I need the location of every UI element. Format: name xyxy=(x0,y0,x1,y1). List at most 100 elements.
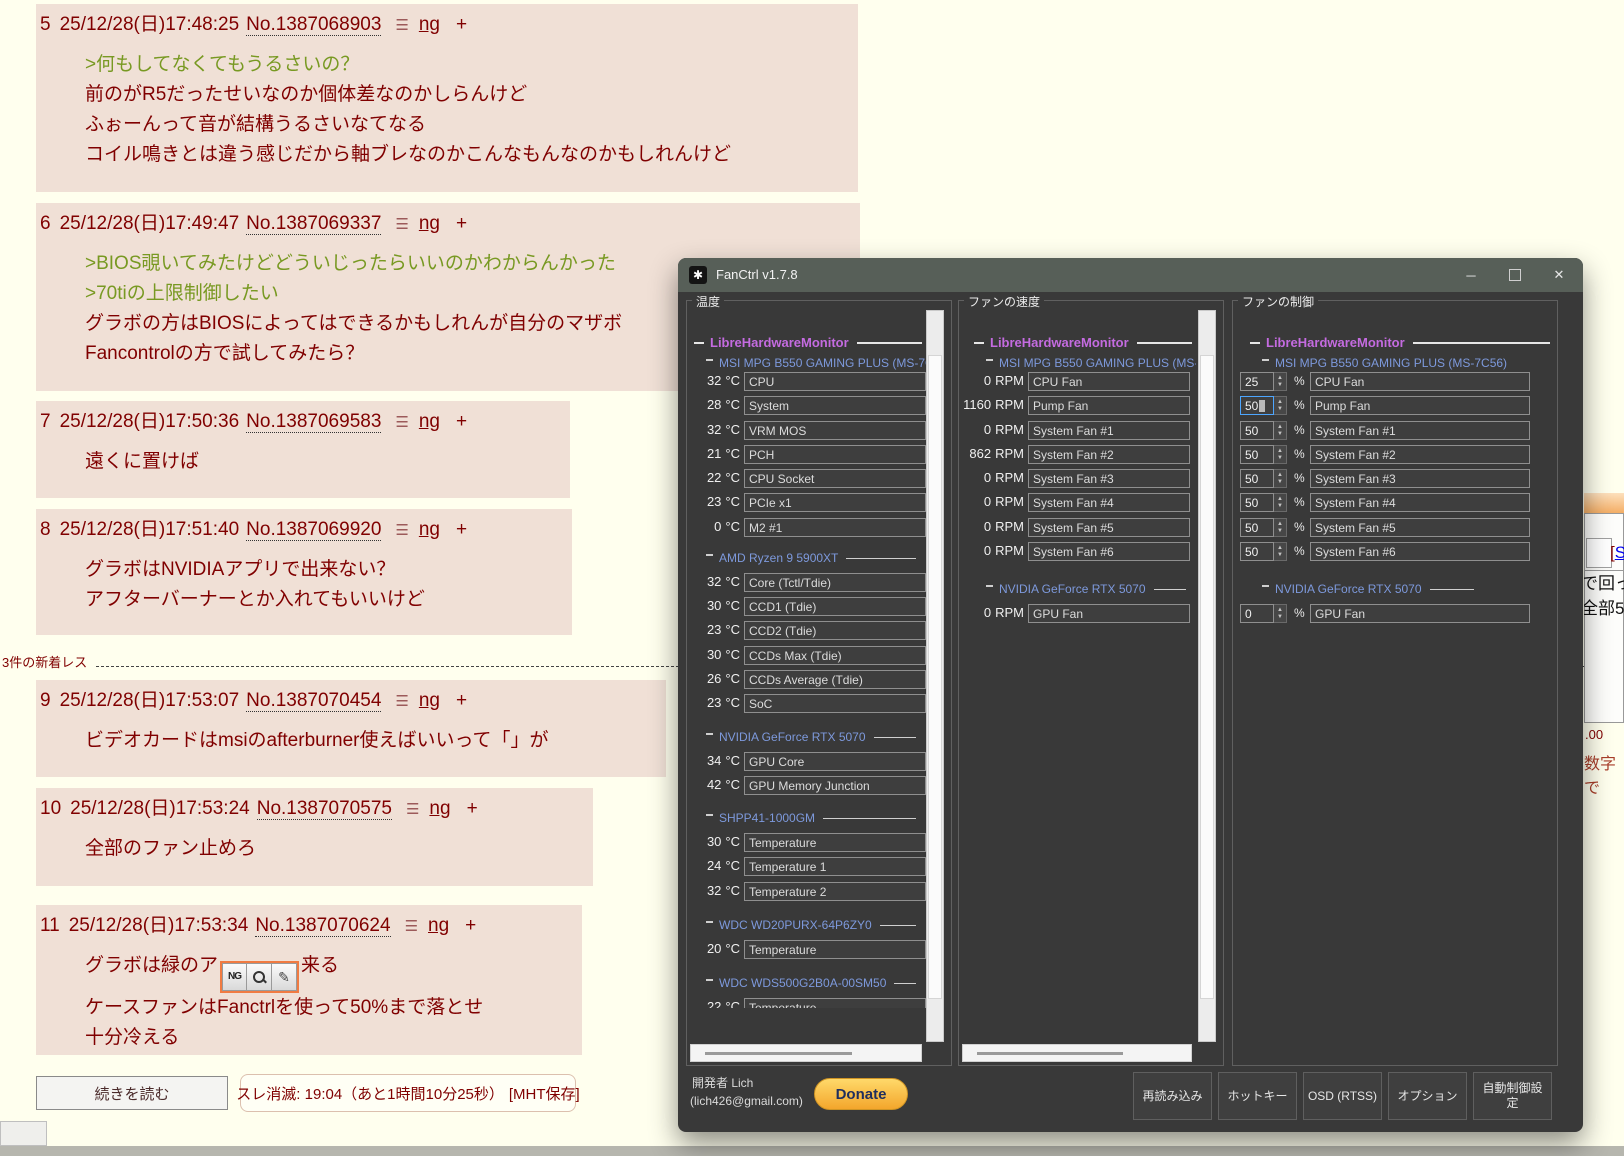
fan-percent-input[interactable]: 50 xyxy=(1240,445,1274,464)
post-menu-icon[interactable]: ☰ xyxy=(395,522,408,539)
temperature-scrollbar-horizontal[interactable] xyxy=(690,1044,922,1062)
collapse-icon[interactable] xyxy=(694,342,704,344)
sensor-name-field[interactable]: GPU Memory Junction xyxy=(744,776,926,795)
device-header[interactable]: NVIDIA GeForce RTX 5070 xyxy=(706,730,916,744)
post-no-link[interactable]: No.1387070575 xyxy=(257,798,392,820)
fan-name-field[interactable]: CPU Fan xyxy=(1310,372,1530,391)
collapse-icon[interactable] xyxy=(1262,585,1269,587)
osd-rtss-button[interactable]: OSD (RTSS) xyxy=(1303,1072,1382,1120)
monitor-header[interactable]: LibreHardwareMonitor xyxy=(1250,335,1550,350)
spinner-arrows[interactable]: ▲▼ xyxy=(1274,604,1287,623)
sensor-name-field[interactable]: Core (Tctl/Tdie) xyxy=(744,573,926,592)
collapse-icon[interactable] xyxy=(706,359,713,361)
sensor-name-field[interactable]: CCDs Average (Tdie) xyxy=(744,670,926,689)
device-header[interactable]: AMD Ryzen 9 5900XT xyxy=(706,551,916,565)
fan-name-field[interactable]: Pump Fan xyxy=(1310,396,1530,415)
post-no-link[interactable]: No.1387070624 xyxy=(255,915,390,937)
sensor-name-field[interactable]: CCDs Max (Tdie) xyxy=(744,646,926,665)
collapse-icon[interactable] xyxy=(706,554,713,556)
spinner-arrows[interactable]: ▲▼ xyxy=(1274,372,1287,391)
collapse-icon[interactable] xyxy=(986,359,993,361)
ng-button[interactable]: NG xyxy=(222,963,247,991)
titlebar[interactable]: ✱ FanCtrl v1.7.8 ─ ✕ xyxy=(678,258,1583,292)
donate-button[interactable]: Donate xyxy=(814,1078,908,1110)
post-plus-link[interactable]: + xyxy=(456,14,467,35)
post-no-link[interactable]: No.1387069583 xyxy=(246,411,381,433)
post-menu-icon[interactable]: ☰ xyxy=(405,918,418,935)
spinner-arrows[interactable]: ▲▼ xyxy=(1274,518,1287,537)
sensor-name-field[interactable]: PCIe x1 xyxy=(744,493,926,512)
sensor-name-field[interactable]: GPU Core xyxy=(744,752,926,771)
sensor-name-field[interactable]: Temperature 1 xyxy=(744,857,926,876)
post-ng-link[interactable]: ng xyxy=(419,690,440,711)
sensor-name-field[interactable]: M2 #1 xyxy=(744,518,926,537)
post-plus-link[interactable]: + xyxy=(456,690,467,711)
close-button[interactable]: ✕ xyxy=(1546,264,1572,286)
sensor-name-field[interactable]: CCD1 (Tdie) xyxy=(744,597,926,616)
post-ng-link[interactable]: ng xyxy=(419,411,440,432)
hotkey-button[interactable]: ホットキー xyxy=(1218,1072,1297,1120)
fan-name-field[interactable]: System Fan #1 xyxy=(1028,421,1190,440)
post-ng-link[interactable]: ng xyxy=(429,798,450,819)
post-no-link[interactable]: No.1387069337 xyxy=(246,213,381,235)
post-menu-icon[interactable]: ☰ xyxy=(395,17,408,34)
post-menu-icon[interactable]: ☰ xyxy=(395,693,408,710)
fan-name-field[interactable]: System Fan #5 xyxy=(1310,518,1530,537)
sensor-name-field[interactable]: Temperature 2 xyxy=(744,882,926,901)
monitor-header[interactable]: LibreHardwareMonitor xyxy=(694,335,922,350)
sensor-name-field[interactable]: CPU Socket xyxy=(744,469,926,488)
reply-name-input[interactable] xyxy=(1586,538,1612,568)
reply-submit-link[interactable]: [S xyxy=(1610,543,1624,563)
fan-percent-input[interactable]: 0 xyxy=(1240,604,1274,623)
fan-name-field[interactable]: System Fan #6 xyxy=(1310,542,1530,561)
post-menu-icon[interactable]: ☰ xyxy=(395,414,408,431)
minimize-button[interactable]: ─ xyxy=(1458,264,1484,286)
spinner-arrows[interactable]: ▲▼ xyxy=(1274,542,1287,561)
reply-textarea[interactable]: で回っ 全部50 xyxy=(1584,570,1624,719)
sensor-name-field[interactable]: CCD2 (Tdie) xyxy=(744,621,926,640)
fan-name-field[interactable]: System Fan #3 xyxy=(1028,469,1190,488)
collapse-icon[interactable] xyxy=(706,733,713,735)
fan-percent-input[interactable]: 50 xyxy=(1240,493,1274,512)
collapse-icon[interactable] xyxy=(1250,342,1260,344)
auto-control-settings-button[interactable]: 自動制御設 定 xyxy=(1473,1072,1552,1120)
mht-save-link[interactable]: [MHT保存] xyxy=(509,1083,580,1104)
post-menu-icon[interactable]: ☰ xyxy=(406,801,419,818)
zoom-button[interactable] xyxy=(247,963,272,991)
post-ng-link[interactable]: ng xyxy=(419,213,440,234)
device-header[interactable]: NVIDIA GeForce RTX 5070 xyxy=(986,582,1186,596)
sensor-name-field[interactable]: Temperature xyxy=(744,940,926,959)
post-no-link[interactable]: No.1387069920 xyxy=(246,519,381,541)
collapse-icon[interactable] xyxy=(1262,359,1269,361)
reload-button[interactable]: 再読み込み xyxy=(1133,1072,1212,1120)
sensor-name-field[interactable]: System xyxy=(744,396,926,415)
fan-speed-scrollbar-horizontal[interactable] xyxy=(962,1044,1192,1062)
fan-percent-input[interactable]: 25 xyxy=(1240,372,1274,391)
post-plus-link[interactable]: + xyxy=(456,519,467,540)
device-header[interactable]: SHPP41-1000GM xyxy=(706,811,916,825)
monitor-header[interactable]: LibreHardwareMonitor xyxy=(974,335,1192,350)
fan-percent-input[interactable]: 50 xyxy=(1240,518,1274,537)
sensor-name-field[interactable]: CPU xyxy=(744,372,926,391)
device-header[interactable]: MSI MPG B550 GAMING PLUS (MS-7C56) xyxy=(986,356,1194,370)
edit-button[interactable]: ✎ xyxy=(272,963,297,991)
options-button[interactable]: オプション xyxy=(1388,1072,1467,1120)
collapse-icon[interactable] xyxy=(706,921,713,923)
fan-name-field[interactable]: System Fan #6 xyxy=(1028,542,1190,561)
fan-name-field[interactable]: CPU Fan xyxy=(1028,372,1190,391)
maximize-button[interactable] xyxy=(1502,264,1528,286)
spinner-arrows[interactable]: ▲▼ xyxy=(1274,421,1287,440)
fan-percent-input[interactable]: 50 xyxy=(1240,469,1274,488)
post-plus-link[interactable]: + xyxy=(465,915,476,936)
collapse-icon[interactable] xyxy=(706,814,713,816)
post-plus-link[interactable]: + xyxy=(456,213,467,234)
collapse-icon[interactable] xyxy=(974,342,984,344)
device-header[interactable]: WDC WD20PURX-64P6ZY0 xyxy=(706,918,916,932)
device-header[interactable]: NVIDIA GeForce RTX 5070 xyxy=(1262,582,1474,596)
collapse-icon[interactable] xyxy=(706,979,713,981)
spinner-arrows[interactable]: ▲▼ xyxy=(1274,396,1287,415)
fan-percent-input[interactable]: 50 xyxy=(1240,396,1274,415)
spinner-arrows[interactable]: ▲▼ xyxy=(1274,493,1287,512)
device-header[interactable]: WDC WDS500G2B0A-00SM50 xyxy=(706,976,916,990)
sensor-name-field[interactable]: VRM MOS xyxy=(744,421,926,440)
